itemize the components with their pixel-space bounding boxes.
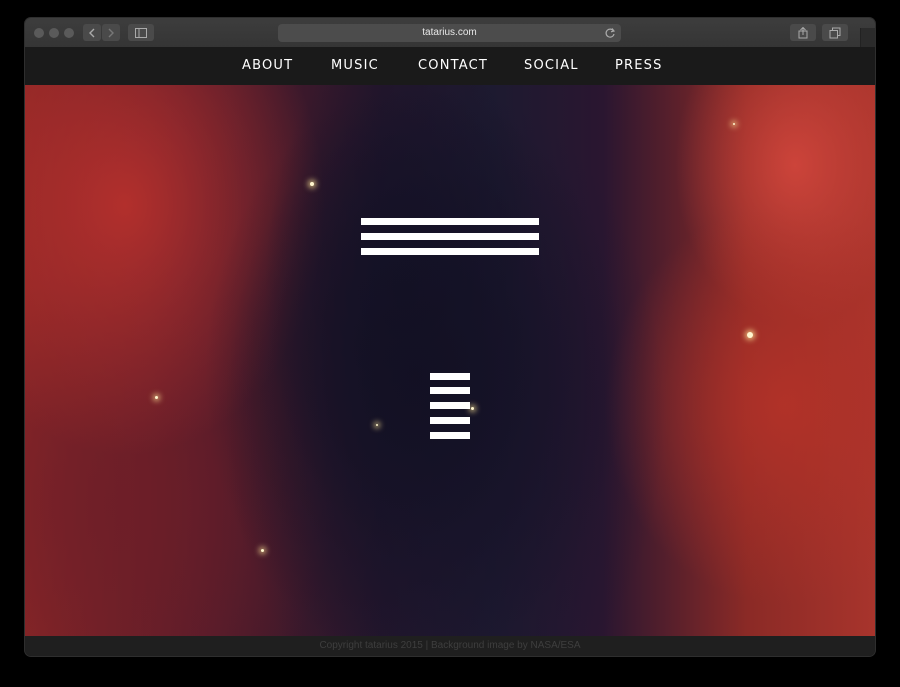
star <box>155 396 158 399</box>
share-button[interactable] <box>790 24 816 41</box>
nav-about[interactable]: ABOUT <box>242 47 293 85</box>
nebula-shadow <box>205 85 625 636</box>
menu-bar <box>430 373 470 380</box>
star <box>747 332 753 338</box>
logo-bar <box>361 248 539 255</box>
tabs-icon <box>829 27 841 39</box>
star <box>310 182 314 186</box>
back-button[interactable] <box>83 24 101 41</box>
minimize-window-button[interactable] <box>49 28 59 38</box>
nav-press[interactable]: PRESS <box>615 47 663 85</box>
sidebar-toggle-button[interactable] <box>128 24 154 41</box>
close-window-button[interactable] <box>34 28 44 38</box>
logo-bar <box>361 233 539 240</box>
new-tab-handle[interactable] <box>860 28 875 47</box>
browser-toolbar: tatarius.com <box>25 18 875 48</box>
nav-social[interactable]: SOCIAL <box>524 47 579 85</box>
url-text: tatarius.com <box>422 27 477 38</box>
menu-bar <box>430 402 470 409</box>
back-arrow-icon <box>89 28 95 38</box>
star <box>261 549 264 552</box>
nav-contact[interactable]: CONTACT <box>418 47 488 85</box>
star <box>733 123 735 125</box>
three-bar-logo-icon <box>361 218 539 255</box>
five-bar-menu-icon[interactable] <box>430 373 470 439</box>
footer-copyright: Copyright tatarius 2015 | Background ima… <box>319 640 581 651</box>
logo-bar <box>361 218 539 225</box>
page-footer: Copyright tatarius 2015 | Background ima… <box>25 636 875 656</box>
share-icon <box>798 26 808 39</box>
site-navigation: ABOUT MUSIC CONTACT SOCIAL PRESS <box>25 47 875 85</box>
show-tabs-button[interactable] <box>822 24 848 41</box>
forward-button[interactable] <box>102 24 120 41</box>
forward-arrow-icon <box>108 28 114 38</box>
sidebar-icon <box>135 28 147 38</box>
hero-background <box>25 85 875 636</box>
menu-bar <box>430 432 470 439</box>
nav-music[interactable]: MUSIC <box>331 47 379 85</box>
address-bar[interactable]: tatarius.com <box>278 24 621 42</box>
menu-bar <box>430 417 470 424</box>
menu-bar <box>430 387 470 394</box>
star <box>471 407 474 410</box>
browser-window: tatarius.com ABOUT MUSIC CONTACT SOCIAL … <box>25 18 875 656</box>
zoom-window-button[interactable] <box>64 28 74 38</box>
star <box>376 424 378 426</box>
reload-icon[interactable] <box>604 27 616 39</box>
